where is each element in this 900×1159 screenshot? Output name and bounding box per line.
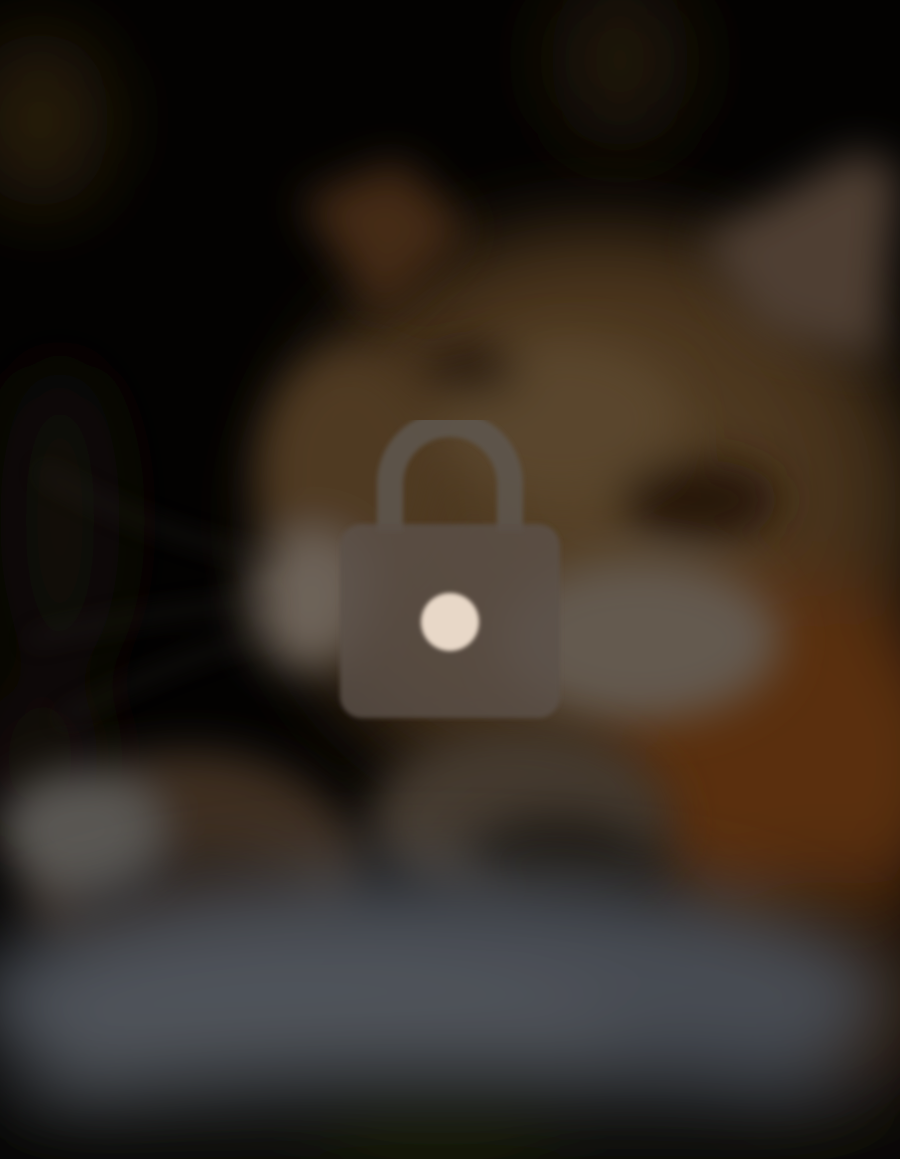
padlock-icon <box>340 420 560 718</box>
unlock-button[interactable] <box>334 420 566 724</box>
lock-screen <box>0 0 900 1159</box>
